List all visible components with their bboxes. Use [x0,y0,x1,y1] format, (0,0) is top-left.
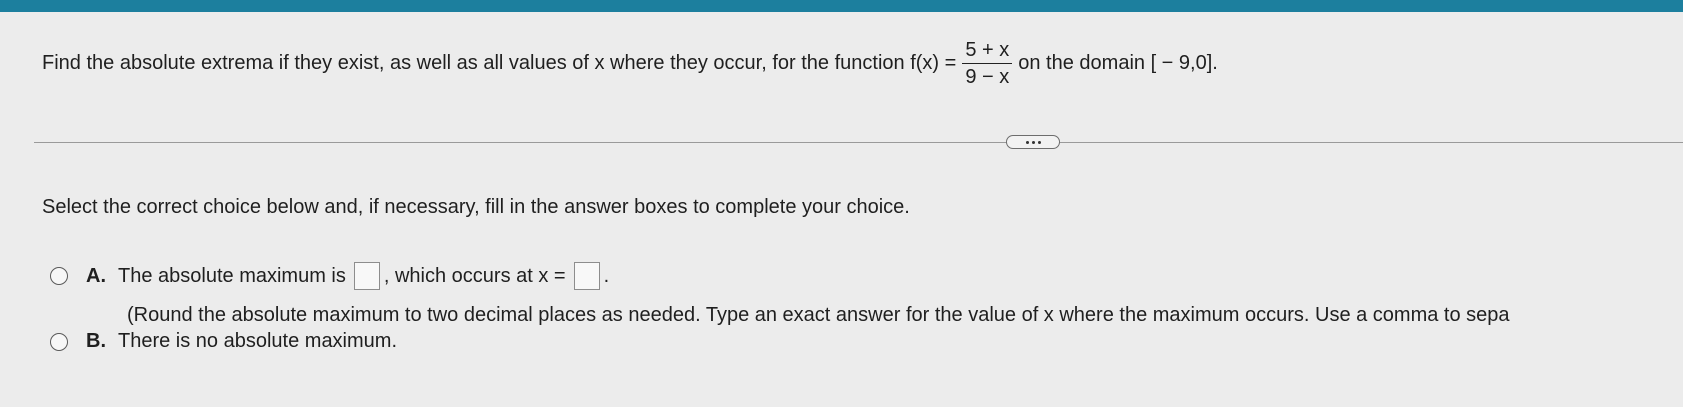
choice-a-letter: A. [86,264,106,287]
choice-a-text-after: . [603,264,610,287]
choice-b-letter: B. [86,330,106,352]
choice-a-text-middle: , which occurs at x = [383,264,566,287]
choice-a-text-before: The absolute maximum is [118,264,346,287]
section-divider [34,142,1683,143]
choice-b[interactable]: B. There is no absolute maximum. [50,330,397,353]
choice-a[interactable]: A. The absolute maximum is , which occur… [50,262,609,290]
function-fraction: 5 + x 9 − x [962,40,1013,88]
question-text: Find the absolute extrema if they exist,… [42,40,1218,87]
fraction-numerator: 5 + x [962,40,1013,64]
ellipsis-icon[interactable] [1006,135,1060,149]
absolute-maximum-input[interactable] [353,262,380,290]
instruction-text: Select the correct choice below and, if … [42,196,910,218]
question-prefix: Find the absolute extrema if they exist,… [42,52,957,74]
fraction-denominator: 9 − x [965,66,1010,88]
top-bar [0,0,1683,12]
choice-a-note: (Round the absolute maximum to two decim… [127,304,1510,326]
choice-a-radio[interactable] [50,267,68,285]
choice-b-text: There is no absolute maximum. [118,330,398,352]
x-value-input[interactable] [573,262,600,290]
question-suffix: on the domain [ − 9,0]. [1018,52,1218,74]
choice-b-radio[interactable] [50,332,68,351]
